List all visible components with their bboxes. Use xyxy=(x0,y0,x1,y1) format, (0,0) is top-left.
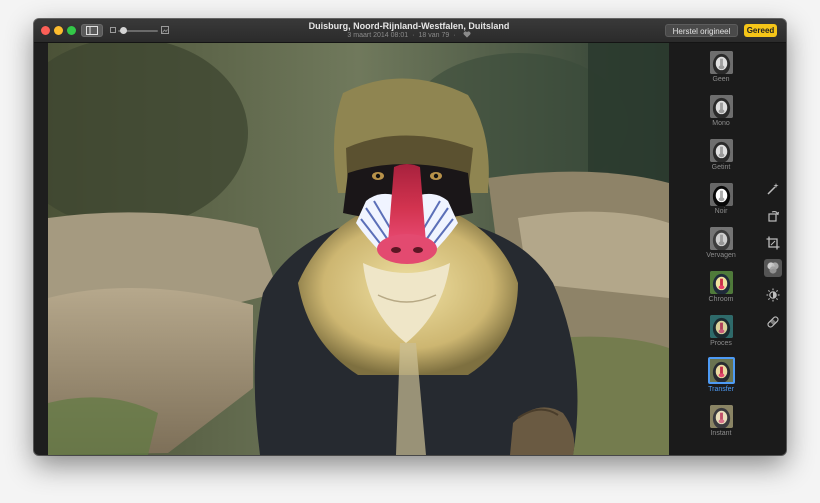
minimize-button[interactable] xyxy=(54,26,63,35)
crop-tool-button[interactable] xyxy=(764,234,782,252)
filter-transfer[interactable]: Transfer xyxy=(701,357,741,393)
photo-canvas[interactable] xyxy=(48,43,669,455)
filter-thumbnail xyxy=(707,357,735,384)
filter-label: Proces xyxy=(710,340,732,347)
filter-thumbnail xyxy=(709,51,733,74)
adjust-tool-button[interactable] xyxy=(764,286,782,304)
filter-tonal[interactable]: Getint xyxy=(701,139,741,171)
enhance-tool-button[interactable] xyxy=(764,180,782,198)
heart-icon[interactable] xyxy=(463,31,471,38)
photo-location-title: Duisburg, Noord-Rijnland-Westfalen, Duit… xyxy=(308,21,510,31)
filter-thumbnail xyxy=(709,95,733,118)
filter-label: Getint xyxy=(711,164,731,171)
filter-thumbnail xyxy=(709,139,733,162)
adjust-icon xyxy=(766,288,780,302)
filter-thumbnail xyxy=(709,183,733,206)
small-photo-icon xyxy=(110,27,116,33)
filter-none[interactable]: Geen xyxy=(701,51,741,83)
large-photo-icon xyxy=(161,26,169,34)
photo-counter: 18 van 79 xyxy=(418,32,450,39)
fullscreen-button[interactable] xyxy=(67,26,76,35)
sidebar-icon xyxy=(86,26,98,35)
rotate-tool-button[interactable] xyxy=(764,207,782,225)
bandage-icon xyxy=(767,316,779,328)
filter-thumbnail xyxy=(709,405,733,428)
zoom-slider-knob[interactable] xyxy=(120,27,127,34)
filter-thumbnail xyxy=(709,271,733,294)
filters-tool-button[interactable] xyxy=(764,259,782,277)
filter-label: Transfer xyxy=(708,386,734,393)
filter-label: Chroom xyxy=(708,296,734,303)
photo-date: 3 maart 2014 08:01 xyxy=(347,32,409,39)
filter-label: Noir xyxy=(714,208,728,215)
photos-window: Duisburg, Noord-Rijnland-Westfalen, Duit… xyxy=(34,19,786,455)
filter-label: Vervagen xyxy=(706,252,736,259)
rotate-icon xyxy=(768,211,779,222)
done-button[interactable]: Gereed xyxy=(744,24,777,37)
filter-instant[interactable]: Instant xyxy=(701,405,741,437)
sidebar-toggle-button[interactable] xyxy=(81,24,103,37)
edit-panel: Geen Mono Getint Noir Vervagen Chroom Pr… xyxy=(669,43,786,455)
retouch-tool-button[interactable] xyxy=(764,313,782,331)
filter-thumbnail xyxy=(709,227,733,250)
filter-thumbnail xyxy=(709,315,733,338)
close-button[interactable] xyxy=(41,26,50,35)
photo-info: 3 maart 2014 08:01 · 18 van 79 · xyxy=(264,31,554,39)
filter-chrome[interactable]: Chroom xyxy=(701,271,741,303)
mandrill-photo xyxy=(48,43,669,455)
filter-process[interactable]: Proces xyxy=(701,315,741,347)
magic-wand-icon xyxy=(767,183,779,195)
title-bar: Duisburg, Noord-Rijnland-Westfalen, Duit… xyxy=(34,19,786,43)
filter-noir[interactable]: Noir xyxy=(701,183,741,215)
filter-label: Instant xyxy=(710,430,732,437)
filters-icon xyxy=(767,262,779,274)
filter-fade[interactable]: Vervagen xyxy=(701,227,741,259)
filter-label: Mono xyxy=(712,120,730,127)
crop-icon xyxy=(766,236,780,250)
filter-mono[interactable]: Mono xyxy=(701,95,741,127)
filter-label: Geen xyxy=(712,76,730,83)
revert-to-original-button[interactable]: Herstel origineel xyxy=(665,24,738,37)
